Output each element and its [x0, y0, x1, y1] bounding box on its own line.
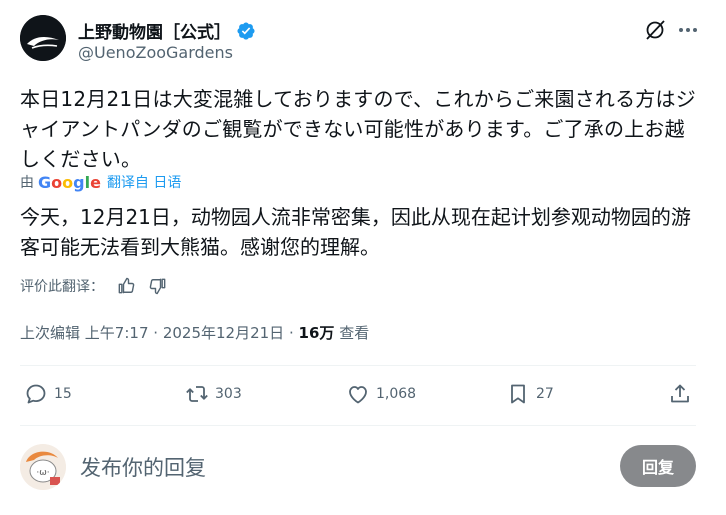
tweet-date[interactable]: 2025年12月21日: [163, 324, 284, 342]
translation-attribution: 由 Google 翻译自 日语: [20, 172, 181, 192]
repost-count: 303: [215, 386, 242, 402]
user-avatar[interactable]: ·ω·: [20, 444, 66, 490]
like-count: 1,068: [376, 386, 417, 402]
like-icon: [349, 386, 367, 404]
translated-from-link[interactable]: 翻译自 日语: [107, 172, 181, 192]
thumbs-up-icon[interactable]: [116, 276, 136, 296]
bookmark-icon: [511, 384, 525, 404]
share-action[interactable]: [668, 382, 692, 406]
views-label: 查看: [339, 324, 370, 342]
thumbs-down-icon[interactable]: [148, 276, 168, 296]
divider-top: [20, 365, 696, 366]
author-name[interactable]: 上野動物園［公式］: [78, 18, 231, 43]
bookmark-action[interactable]: 27: [506, 382, 554, 406]
repost-action[interactable]: 303: [185, 382, 242, 406]
tweet-text: 本日12月21日は大変混雑しておりますので、これからご来園される方はジャイアント…: [20, 87, 696, 171]
divider-bottom: [20, 425, 696, 426]
bookmark-count: 27: [536, 386, 554, 402]
more-icon[interactable]: [676, 18, 700, 42]
google-logo: Google: [38, 172, 101, 192]
reply-icon: [26, 384, 46, 404]
translation-by-prefix: 由: [20, 175, 34, 191]
rate-translation-label: 评价此翻译：: [20, 279, 104, 295]
reply-submit-button[interactable]: 回复: [620, 445, 696, 487]
grok-icon[interactable]: [643, 18, 667, 42]
verified-badge-icon: [237, 21, 255, 40]
edited-label[interactable]: 上次编辑: [20, 324, 80, 342]
tweet-time[interactable]: 上午7:17: [85, 324, 149, 342]
share-icon: [671, 384, 689, 403]
translated-text: 今天，12月21日，动物园人流非常密集，因此从现在起计划参观动物园的游客可能无法…: [20, 205, 691, 259]
meta-separator-2: ·: [288, 324, 294, 342]
svg-text:·ω·: ·ω·: [36, 468, 49, 478]
tweet-meta: 上次编辑 上午7:17 · 2025年12月21日 · 16万 查看: [20, 322, 369, 343]
reply-count: 15: [54, 386, 72, 402]
meta-separator: ·: [153, 324, 159, 342]
author-handle[interactable]: @UenoZooGardens: [78, 43, 233, 62]
repost-icon: [186, 386, 208, 402]
author-name-row[interactable]: 上野動物園［公式］: [78, 18, 256, 43]
views-count: 16万: [298, 324, 335, 342]
author-avatar[interactable]: [20, 15, 66, 61]
reply-action[interactable]: 15: [24, 382, 72, 406]
reply-input[interactable]: 发布你的回复: [80, 452, 206, 482]
like-action[interactable]: 1,068: [346, 382, 416, 406]
rate-translation-row: 评价此翻译：: [20, 276, 168, 296]
